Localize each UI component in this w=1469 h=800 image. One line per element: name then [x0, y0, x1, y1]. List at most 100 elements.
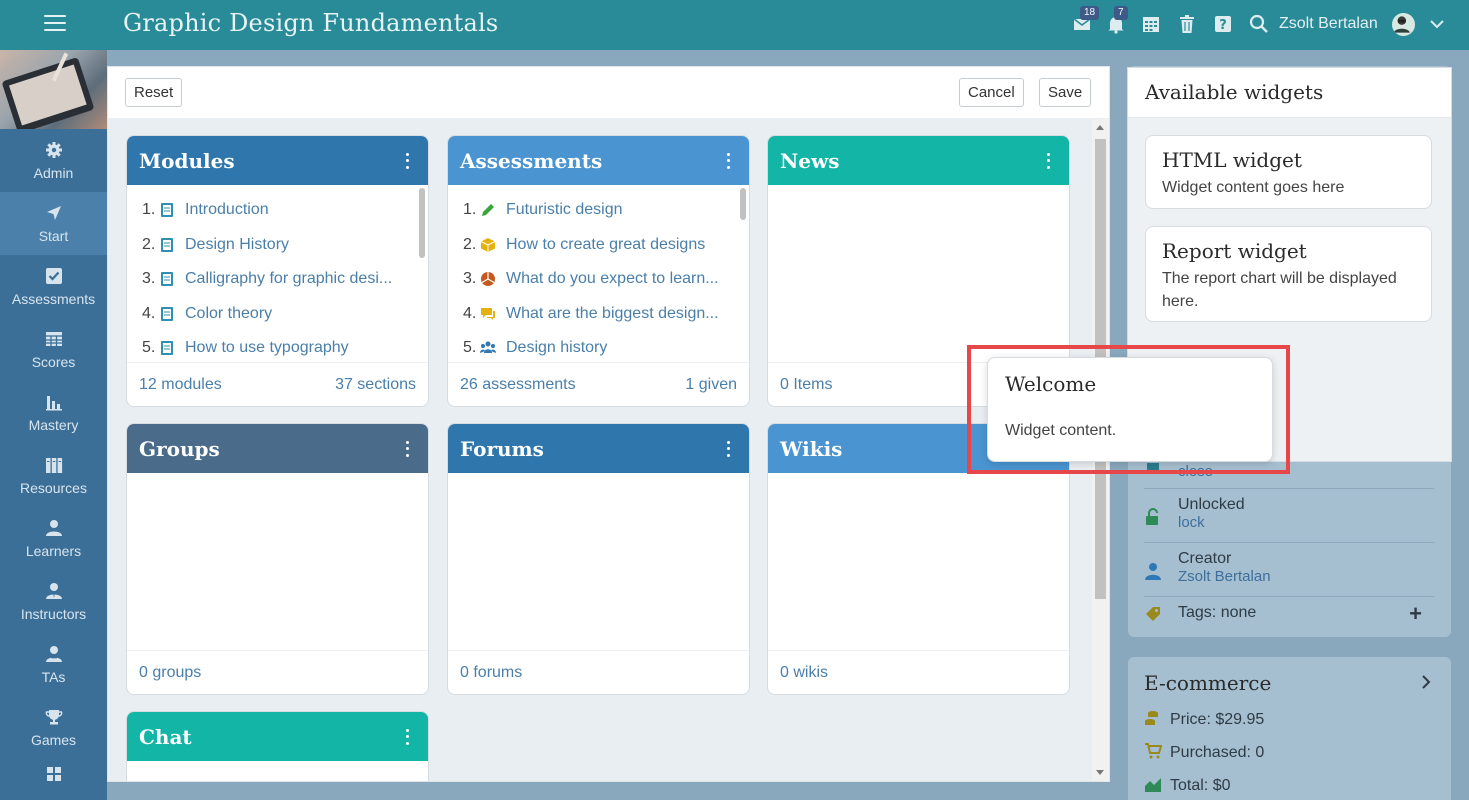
news-count[interactable]: 0 Items: [780, 376, 832, 394]
editor-toolbar: Reset Cancel Save: [108, 67, 1109, 119]
list-item[interactable]: 5. How to use typography: [127, 331, 428, 362]
calendar-icon[interactable]: [1141, 14, 1161, 34]
list-scrollbar[interactable]: [740, 188, 746, 220]
sidebar-item-instructors[interactable]: Instructors: [0, 570, 107, 633]
widget-title: Welcome: [1005, 372, 1097, 396]
groups-widget[interactable]: Groups 0 groups: [126, 423, 429, 695]
instructor-icon: [45, 582, 62, 599]
sidebar-item-learners[interactable]: Learners: [0, 507, 107, 570]
assessments-widget[interactable]: Assessments 1. Futuristic design 2. How to…: [447, 135, 750, 407]
widget-body: [768, 473, 1069, 651]
save-button[interactable]: Save: [1039, 78, 1092, 107]
sections-count[interactable]: 37 sections: [335, 376, 416, 394]
user-name[interactable]: Zsolt Bertalan: [1279, 15, 1378, 33]
dragging-welcome-widget[interactable]: Welcome Widget content.: [987, 357, 1273, 462]
item-number: 2.: [463, 235, 477, 253]
modules-widget[interactable]: Modules 1. Introduction 2. Design History …: [126, 135, 429, 407]
creator-link[interactable]: Zsolt Bertalan: [1178, 568, 1434, 585]
list-item[interactable]: 2. How to create great designs: [448, 228, 749, 263]
sidebar-item-mastery[interactable]: Mastery: [0, 381, 107, 444]
tag-icon: [1146, 607, 1160, 621]
cancel-button[interactable]: Cancel: [959, 78, 1024, 107]
list-item[interactable]: 1. Futuristic design: [448, 193, 749, 228]
add-tag-button[interactable]: +: [1409, 601, 1422, 627]
report-widget[interactable]: Report widget The report chart will be d…: [1145, 226, 1432, 322]
chevron-right-icon[interactable]: [1421, 674, 1431, 690]
widget-title: Groups: [139, 436, 220, 461]
sidebar-item-admin[interactable]: Admin: [0, 129, 107, 192]
forums-widget[interactable]: Forums 0 forums: [447, 423, 750, 695]
widget-description: The report chart will be displayed here.: [1162, 270, 1397, 310]
modules-count[interactable]: 12 modules: [139, 376, 222, 394]
help-icon[interactable]: ?: [1213, 14, 1233, 34]
widget-body: [127, 473, 428, 651]
given-count[interactable]: 1 given: [685, 376, 737, 394]
sidebar-item-label: Mastery: [28, 416, 79, 433]
list-item[interactable]: 3. Calligraphy for graphic desi...: [127, 262, 428, 297]
sidebar-item-tas[interactable]: TAs: [0, 633, 107, 696]
groups-count[interactable]: 0 groups: [139, 664, 201, 682]
sidebar: Admin Start Assessments Scores Mastery R…: [0, 50, 107, 800]
course-thumbnail[interactable]: [0, 50, 107, 129]
more-options-icon[interactable]: [721, 440, 735, 458]
total-row: Total: $0: [1144, 775, 1230, 795]
books-icon: [45, 457, 62, 473]
sidebar-item-start[interactable]: Start: [0, 192, 107, 255]
forums-count[interactable]: 0 forums: [460, 664, 522, 682]
close-link[interactable]: close: [1178, 463, 1213, 480]
more-options-icon[interactable]: [400, 440, 414, 458]
sidebar-item-more[interactable]: [0, 759, 107, 799]
sidebar-item-scores[interactable]: Scores: [0, 318, 107, 381]
top-bar: Graphic Design Fundamentals 18 7 ? Zsolt…: [0, 0, 1469, 50]
item-number: 1.: [463, 201, 477, 219]
ta-icon: [45, 645, 62, 662]
coins-icon: [1145, 711, 1158, 725]
reset-button[interactable]: Reset: [125, 78, 183, 107]
widget-title: News: [780, 148, 840, 173]
menu-icon[interactable]: [44, 15, 66, 33]
wikis-widget[interactable]: Wikis 0 wikis: [767, 423, 1070, 695]
html-widget[interactable]: HTML widget Widget content goes here: [1145, 135, 1432, 209]
more-options-icon[interactable]: [721, 152, 735, 170]
sidebar-item-resources[interactable]: Resources: [0, 444, 107, 507]
pencil-icon: [480, 202, 496, 218]
scroll-down-arrow[interactable]: [1096, 770, 1104, 775]
messages-icon[interactable]: 18: [1072, 6, 1100, 34]
list-item[interactable]: 4. Color theory: [127, 297, 428, 332]
lock-link[interactable]: lock: [1178, 514, 1434, 531]
list-item[interactable]: 2. Design History: [127, 228, 428, 263]
list-scrollbar[interactable]: [419, 188, 425, 258]
sidebar-item-assessments[interactable]: Assessments: [0, 255, 107, 318]
assessments-count[interactable]: 26 assessments: [460, 376, 576, 394]
widget-content: Widget content.: [1005, 422, 1117, 439]
more-options-icon[interactable]: [400, 152, 414, 170]
notifications-icon[interactable]: 7: [1106, 6, 1128, 34]
more-options-icon[interactable]: [1041, 152, 1055, 170]
chat-widget[interactable]: Chat: [126, 711, 429, 781]
widget-title: Forums: [460, 436, 544, 461]
divider: [1144, 488, 1434, 489]
list-item[interactable]: 5. Design history: [448, 331, 749, 362]
sidebar-item-label: Scores: [31, 353, 76, 370]
list-item[interactable]: 4. What are the biggest design...: [448, 297, 749, 332]
list-item[interactable]: 3. What do you expect to learn...: [448, 262, 749, 297]
search-icon[interactable]: [1249, 14, 1269, 34]
purchased-row: Purchased: 0: [1144, 742, 1264, 762]
purchased-label: Purchased: 0: [1170, 744, 1265, 761]
list-item[interactable]: 1. Introduction: [127, 193, 428, 228]
sidebar-item-games[interactable]: Games: [0, 696, 107, 759]
creator-label: Creator: [1178, 550, 1232, 567]
area-chart-icon: [1145, 778, 1161, 792]
scroll-up-arrow[interactable]: [1096, 125, 1104, 130]
module-icon: [159, 306, 175, 322]
bar-chart-icon: [45, 395, 62, 410]
chevron-down-icon[interactable]: [1430, 17, 1444, 31]
notifications-badge: 7: [1114, 6, 1128, 20]
avatar[interactable]: [1390, 11, 1417, 38]
unlocked-row: Unlocked lock: [1144, 496, 1434, 531]
trash-icon[interactable]: [1177, 14, 1197, 34]
unlock-icon: [1146, 508, 1158, 525]
divider: [1144, 542, 1434, 543]
wikis-count[interactable]: 0 wikis: [780, 664, 828, 682]
more-options-icon[interactable]: [400, 728, 414, 746]
